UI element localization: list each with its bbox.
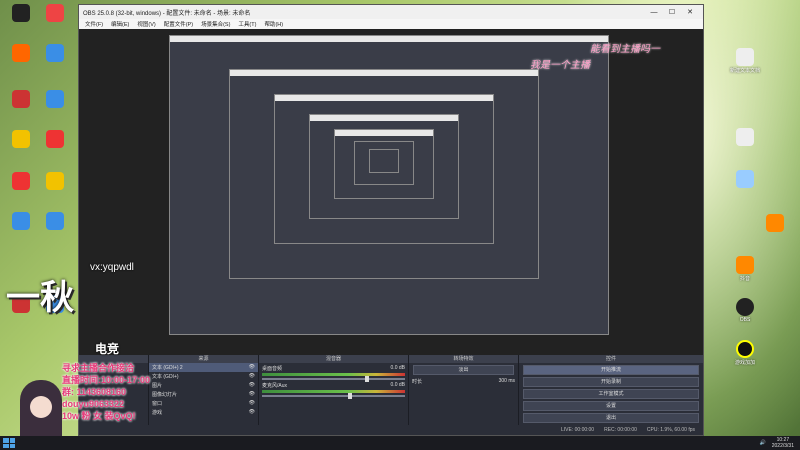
close-icon[interactable]: ✕ <box>681 8 699 16</box>
menu-scene-collection[interactable]: 场景集合(S) <box>201 20 230 28</box>
maximize-icon[interactable]: ☐ <box>663 8 681 16</box>
overlay-info: 寻求主播合作接洽 直播时间:10:00-17:00 群: 1143608160 … <box>62 363 151 421</box>
settings-button[interactable]: 设置 <box>523 401 699 411</box>
desktop-icon[interactable] <box>6 172 36 191</box>
desktop-icon[interactable] <box>40 212 70 231</box>
system-tray: 🔊 10:27 2022/3/31 <box>760 437 800 449</box>
obs-icon[interactable]: OBS <box>725 298 765 323</box>
cpu-status: CPU: 1.9%, 60.00 fps <box>646 427 695 433</box>
desktop-icon[interactable] <box>6 130 36 149</box>
minimize-icon[interactable]: — <box>645 9 663 16</box>
menu-profile[interactable]: 配置文件(P) <box>164 20 193 28</box>
start-recording-button[interactable]: 开始录制 <box>523 377 699 387</box>
volume-icon[interactable]: 🔊 <box>760 440 766 446</box>
menu-help[interactable]: 帮助(H) <box>264 20 283 28</box>
clock[interactable]: 10:27 2022/3/31 <box>772 437 794 449</box>
desktop-icon[interactable] <box>40 90 70 109</box>
volume-slider[interactable] <box>262 393 405 399</box>
eye-icon[interactable]: 👁 <box>249 364 255 371</box>
transition-select[interactable]: 淡出 <box>413 365 514 375</box>
controls-title: 控件 <box>519 355 703 363</box>
douyin-icon[interactable]: 抖音 <box>725 256 765 282</box>
desktop-icon[interactable] <box>6 44 36 63</box>
recursive-preview <box>369 149 399 173</box>
overlay-esports: 电竞 <box>95 342 120 356</box>
audio-meter <box>262 390 405 393</box>
studio-mode-button[interactable]: 工作室模式 <box>523 389 699 399</box>
overlay-wechat: vx:yqpwdl <box>90 262 134 273</box>
text-doc-icon[interactable] <box>725 128 765 147</box>
start-streaming-button[interactable]: 开始推流 <box>523 365 699 375</box>
mixer-title: 混音器 <box>259 355 408 363</box>
eye-icon[interactable]: 👁 <box>249 391 255 398</box>
windows-start-icon[interactable] <box>3 438 15 448</box>
eye-icon[interactable]: 👁 <box>249 400 255 407</box>
desktop-icon[interactable] <box>6 212 36 231</box>
rec-status: REC: 00:00:00 <box>604 427 637 433</box>
live-status: LIVE: 00:00:00 <box>561 427 595 433</box>
overlay-pink-text: 我是一个主播 <box>530 60 590 71</box>
desktop-icon[interactable] <box>6 90 36 109</box>
menu-edit[interactable]: 编辑(E) <box>111 20 129 28</box>
text-doc-icon[interactable]: 新建文本文档 <box>725 48 765 74</box>
obs-titlebar: OBS 25.0.8 (32-bit, windows) - 配置文件: 未命名… <box>79 5 703 19</box>
eye-icon[interactable]: 👁 <box>249 373 255 380</box>
mixer-track: 桌面音频 0.0 dB <box>262 365 405 382</box>
mixer-dock: 混音器 桌面音频 0.0 dB 麦克风/Aux 0.0 dB <box>259 355 409 435</box>
eye-icon[interactable]: 👁 <box>249 409 255 416</box>
app-icon[interactable] <box>755 214 795 233</box>
exit-button[interactable]: 退出 <box>523 413 699 423</box>
window-title: OBS 25.0.8 (32-bit, windows) - 配置文件: 未命名… <box>83 10 251 17</box>
app-icon[interactable] <box>725 170 765 189</box>
desktop-icon[interactable] <box>40 130 70 149</box>
mixer-track: 麦克风/Aux 0.0 dB <box>262 382 405 399</box>
duration-row: 时长 300 ms <box>412 378 515 385</box>
app-icon[interactable]: 游戏加加 <box>725 340 765 366</box>
taskbar: 🔊 10:27 2022/3/31 <box>0 436 800 450</box>
menu-file[interactable]: 文件(F) <box>85 20 103 28</box>
volume-slider[interactable] <box>262 376 405 382</box>
audio-meter <box>262 373 405 376</box>
menu-view[interactable]: 视图(V) <box>137 20 155 28</box>
transitions-dock: 转场特效 淡出 时长 300 ms <box>409 355 519 435</box>
menu-tools[interactable]: 工具(T) <box>238 20 256 28</box>
overlay-pink-text: 能看到主播吗一 <box>590 44 660 55</box>
menu-bar: 文件(F) 编辑(E) 视图(V) 配置文件(P) 场景集合(S) 工具(T) … <box>79 19 703 29</box>
eye-icon[interactable]: 👁 <box>249 382 255 389</box>
controls-dock: 控件 开始推流 开始录制 工作室模式 设置 退出 <box>519 355 703 435</box>
overlay-logo-text: 一秋 <box>6 278 74 318</box>
desktop-icon[interactable] <box>40 4 70 23</box>
desktop-icon[interactable] <box>6 4 36 23</box>
duration-input[interactable]: 300 ms <box>499 378 515 385</box>
transitions-title: 转场特效 <box>409 355 518 363</box>
anime-avatar <box>20 380 62 440</box>
desktop-icon[interactable] <box>40 172 70 191</box>
desktop-icon[interactable] <box>40 44 70 63</box>
stream-overlay: vx:yqpwdl 一秋 电竞 寻求主播合作接洽 直播时间:10:00-17:0… <box>0 250 190 450</box>
